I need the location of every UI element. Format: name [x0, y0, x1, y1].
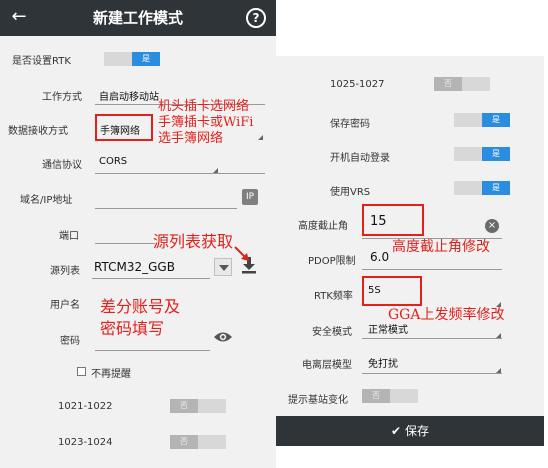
check-icon: ✔: [391, 424, 402, 438]
pdop-input[interactable]: 6.0: [370, 250, 389, 264]
auto-login-toggle[interactable]: 是: [454, 147, 510, 161]
annotation-arrow-icon: [234, 246, 249, 261]
page-title: 新建工作模式: [92, 9, 183, 27]
source-list-underline: [92, 278, 210, 279]
iono-model-dropdown-icon: [496, 368, 501, 373]
work-mode-select[interactable]: 自启动移动站: [99, 88, 159, 103]
network-annotation-line-1: 机头插卡选网络: [158, 99, 250, 114]
domain-label: 域名/IP地址: [20, 195, 73, 206]
opt-1021-toggle[interactable]: 否: [170, 399, 226, 413]
cutoff-annotation: 高度截止角修改: [392, 239, 490, 255]
opt-1021-label: 1021-1022: [58, 401, 113, 412]
help-icon[interactable]: ?: [246, 8, 266, 28]
network-annotation-line-2: 手簿插卡或WiFi: [158, 115, 254, 130]
safe-mode-underline: [362, 338, 502, 339]
top-app-bar: 新建工作模式 ← ?: [0, 0, 276, 36]
safe-mode-dropdown-icon: [496, 333, 501, 338]
rtk-freq-highlight-box: [362, 276, 422, 306]
protocol-underline: [95, 173, 265, 174]
rtk-label: 是否设置RTK: [12, 56, 71, 67]
data-recv-dropdown-icon: [258, 135, 263, 140]
cutoff-angle-label: 高度截止角: [298, 221, 348, 232]
opt-1021-toggle-state: 否: [170, 399, 198, 413]
cutoff-angle-highlight-box: [362, 204, 424, 236]
source-list-dropdown-icon[interactable]: [214, 258, 232, 276]
base-change-toggle[interactable]: 否: [362, 389, 418, 403]
clear-icon[interactable]: ×: [485, 219, 499, 233]
base-change-toggle-state: 否: [362, 389, 390, 403]
base-change-label: 提示基站变化: [288, 395, 348, 406]
data-recv-label: 数据接收方式: [8, 126, 68, 137]
iono-model-select[interactable]: 免打扰: [368, 355, 398, 370]
protocol-label: 通信协议: [42, 160, 82, 171]
auto-login-label: 开机自动登录: [330, 153, 390, 164]
data-recv-highlight-box: [95, 114, 153, 141]
no-remind-checkbox[interactable]: [77, 367, 86, 376]
port-underline: [95, 243, 155, 244]
protocol-select[interactable]: CORS: [99, 156, 127, 167]
account-annotation-line-1: 差分账号及: [100, 297, 181, 316]
account-annotation: 差分账号及 密码填写: [100, 296, 180, 340]
rtk-toggle-state: 是: [132, 52, 160, 66]
pdop-underline: [362, 269, 502, 270]
eye-icon[interactable]: [213, 330, 233, 344]
pdop-label: PDOP限制: [308, 256, 356, 267]
save-password-label: 保存密码: [330, 119, 370, 130]
work-mode-label: 工作方式: [42, 92, 82, 103]
protocol-dropdown-icon: [213, 168, 218, 173]
save-button-label: 保存: [404, 424, 429, 438]
username-label: 用户名: [50, 300, 80, 311]
opt-1023-toggle-state: 否: [170, 435, 198, 449]
account-annotation-line-2: 密码填写: [100, 319, 165, 338]
save-password-toggle[interactable]: 是: [454, 113, 510, 127]
opt-1025-label: 1025-1027: [330, 79, 385, 90]
back-arrow-icon[interactable]: ←: [8, 6, 30, 28]
port-label: 端口: [59, 231, 79, 242]
iono-model-label: 电离层模型: [302, 360, 352, 371]
opt-1023-label: 1023-1024: [58, 437, 113, 448]
use-vrs-toggle-state: 是: [482, 181, 510, 195]
password-label: 密码: [60, 336, 80, 347]
save-password-toggle-state: 是: [482, 113, 510, 127]
left-phone-screen: 新建工作模式 ← ? 是否设置RTK 是 工作方式 自启动移动站 数据接收方式 …: [0, 0, 276, 468]
network-annotation-line-3: 选手簿网络: [158, 131, 224, 146]
save-button[interactable]: ✔ 保存: [276, 416, 544, 446]
no-remind-label: 不再提醒: [91, 369, 131, 380]
rtk-toggle[interactable]: 是: [104, 52, 160, 66]
use-vrs-label: 使用VRS: [330, 187, 371, 198]
opt-1025-toggle[interactable]: 否: [434, 77, 490, 91]
safe-mode-label: 安全模式: [312, 327, 352, 338]
source-list-annotation: 源列表获取: [153, 232, 234, 251]
source-list-select[interactable]: RTCM32_GGB: [94, 260, 175, 274]
bottom-action-bar: ✔ 保存: [276, 416, 544, 446]
password-underline: [95, 350, 210, 351]
iono-model-underline: [362, 373, 502, 374]
opt-1025-toggle-state: 否: [434, 77, 462, 91]
domain-underline: [95, 208, 237, 209]
rtk-freq-label: RTK频率: [314, 291, 353, 302]
opt-1023-toggle[interactable]: 否: [170, 435, 226, 449]
auto-login-toggle-state: 是: [482, 147, 510, 161]
source-list-label: 源列表: [50, 266, 80, 277]
ip-button[interactable]: IP: [242, 189, 258, 205]
use-vrs-toggle[interactable]: 是: [454, 181, 510, 195]
network-annotation: 机头插卡选网络 手簿插卡或WiFi 选手簿网络: [158, 99, 253, 147]
gga-annotation: GGA上发频率修改: [388, 307, 505, 323]
